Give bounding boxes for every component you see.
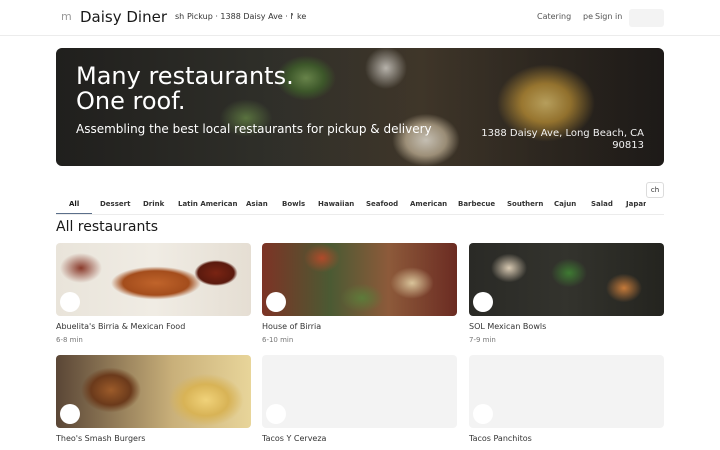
tab-salad[interactable]: Salad — [591, 193, 613, 214]
tab-latin-american[interactable]: Latin American — [178, 193, 238, 214]
catering-link[interactable]: Catering — [537, 12, 571, 21]
restaurant-logo — [60, 292, 80, 312]
restaurant-wait-time: 6-8 min — [56, 336, 83, 344]
tab-dessert[interactable]: Dessert — [100, 193, 130, 214]
restaurant-image[interactable] — [56, 355, 251, 428]
tab-seafood[interactable]: Seafood — [366, 193, 398, 214]
restaurant-logo — [60, 404, 80, 424]
tab-asian[interactable]: Asian — [246, 193, 268, 214]
restaurant-wait-time: 6-10 min — [262, 336, 294, 344]
restaurant-name[interactable]: SOL Mexican Bowls — [469, 322, 546, 331]
restaurant-image-placeholder[interactable] — [262, 355, 457, 428]
restaurant-image[interactable] — [469, 243, 664, 316]
restaurant-image[interactable] — [56, 243, 251, 316]
hero-title: Many restaurants. One roof. — [76, 64, 376, 114]
restaurant-name[interactable]: Tacos Y Cerveza — [262, 434, 326, 443]
tabs-divider — [56, 214, 664, 215]
tab-hawaiian[interactable]: Hawaiian — [318, 193, 354, 214]
restaurant-logo — [266, 292, 286, 312]
tab-drink[interactable]: Drink — [143, 193, 164, 214]
chevron-down-icon[interactable]: ke — [297, 12, 306, 21]
restaurant-logo — [473, 404, 493, 424]
tab-japanese[interactable]: Japan — [626, 193, 646, 214]
person-icon[interactable]: pe — [583, 12, 593, 21]
sign-in-link[interactable]: Sign in — [595, 12, 622, 21]
tab-all[interactable]: All — [69, 193, 79, 214]
brand-logo[interactable]: Daisy Diner — [80, 8, 167, 26]
restaurant-name[interactable]: House of Birria — [262, 322, 321, 331]
hero-title-line-2: One roof. — [76, 87, 186, 115]
pickup-location-selector[interactable]: Pickup · 1388 Daisy Ave · Now — [187, 12, 293, 21]
hero-title-line-1: Many restaurants. — [76, 62, 294, 90]
restaurant-logo — [473, 292, 493, 312]
tab-southern[interactable]: Southern — [507, 193, 543, 214]
tab-cajun[interactable]: Cajun — [554, 193, 576, 214]
shopping-bag-icon[interactable]: sh — [175, 12, 184, 21]
site-header: m Daisy Diner sh Pickup · 1388 Daisy Ave… — [0, 0, 720, 36]
tab-barbecue[interactable]: Barbecue — [458, 193, 495, 214]
restaurant-name[interactable]: Abuelita's Birria & Mexican Food — [56, 322, 185, 331]
tab-bowls[interactable]: Bowls — [282, 193, 305, 214]
hero-address: 1388 Daisy Ave, Long Beach, CA 90813 — [481, 128, 644, 151]
tab-american[interactable]: American — [410, 193, 447, 214]
tabs-scroll-right-button[interactable]: ch — [646, 182, 664, 198]
cart-button[interactable] — [629, 9, 664, 27]
restaurant-name[interactable]: Theo's Smash Burgers — [56, 434, 145, 443]
restaurant-wait-time: 7-9 min — [469, 336, 496, 344]
menu-icon[interactable]: m — [61, 10, 72, 23]
restaurant-logo — [266, 404, 286, 424]
section-title: All restaurants — [56, 219, 159, 235]
restaurant-image-placeholder[interactable] — [469, 355, 664, 428]
category-tabs: All Dessert Drink Latin American Asian B… — [56, 193, 646, 215]
restaurant-name[interactable]: Tacos Panchitos — [469, 434, 532, 443]
hero-banner: Many restaurants. One roof. Assembling t… — [56, 48, 664, 166]
hero-subtitle: Assembling the best local restaurants fo… — [76, 122, 432, 136]
restaurant-image[interactable] — [262, 243, 457, 316]
